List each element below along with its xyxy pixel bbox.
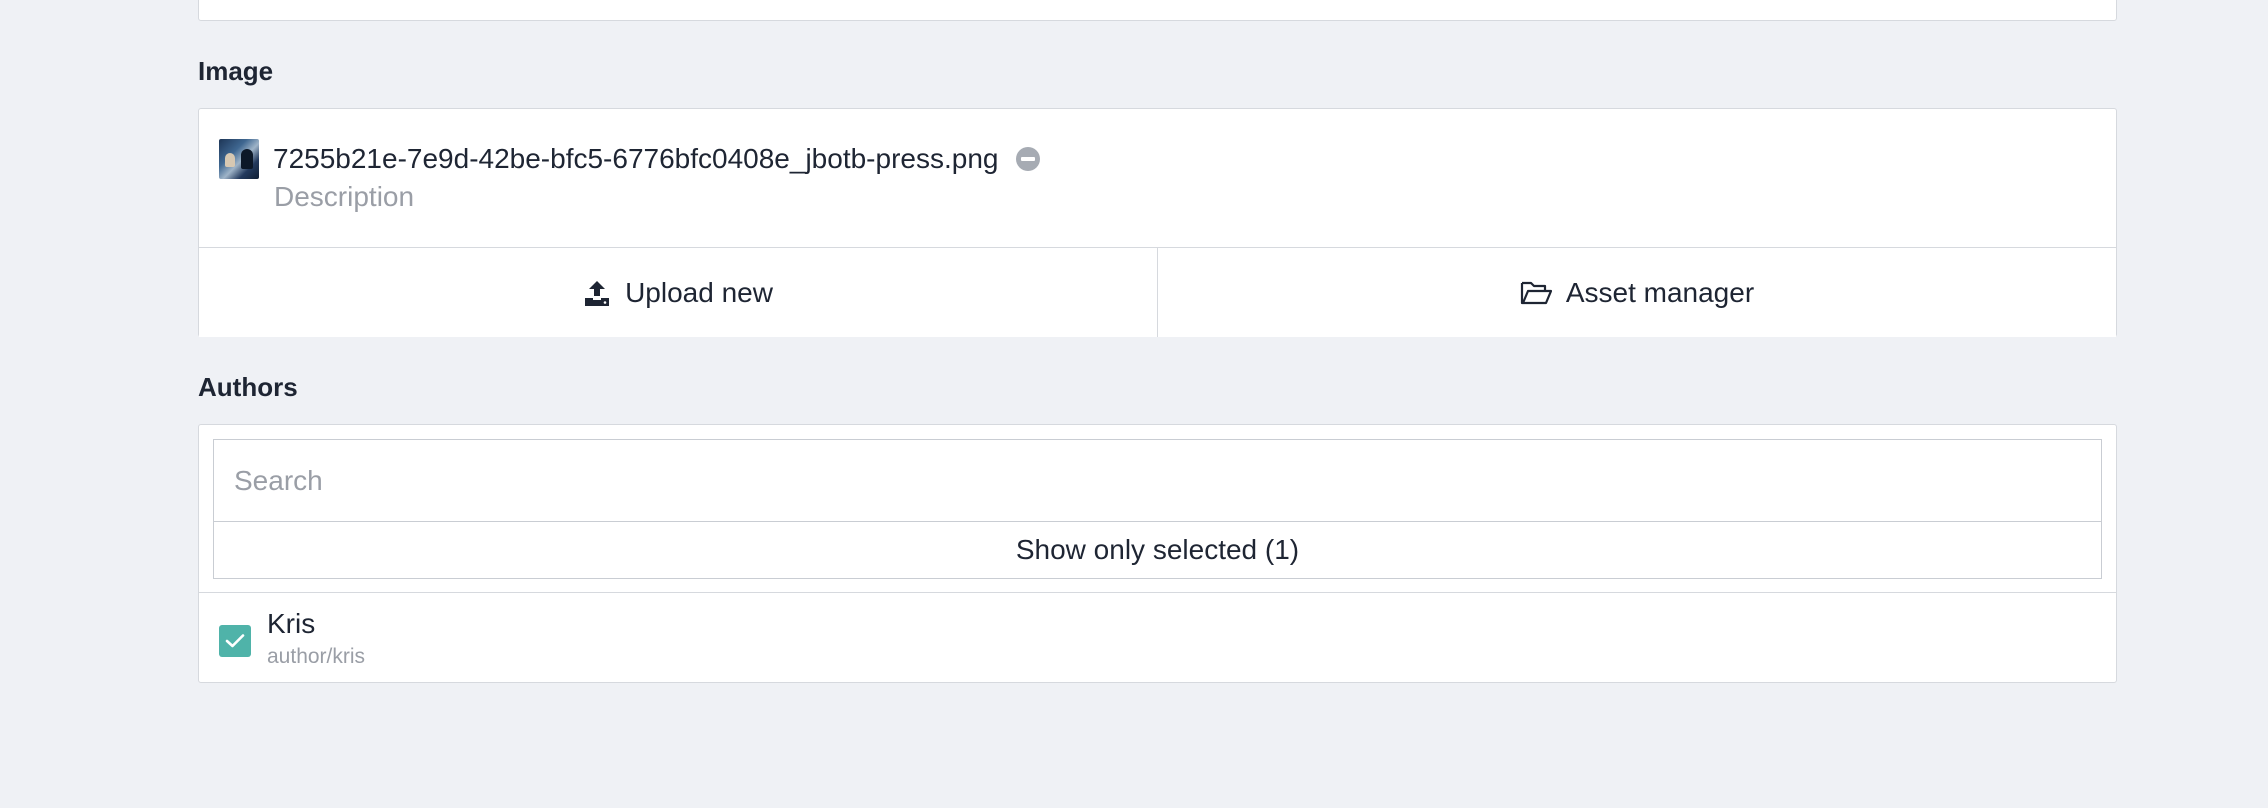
authors-search-input[interactable] [213, 439, 2102, 521]
check-icon [225, 634, 245, 648]
asset-manager-label: Asset manager [1565, 276, 1755, 308]
author-list-item[interactable]: Kris author/kris [219, 607, 365, 669]
folder-open-icon [1520, 280, 1552, 306]
author-text: Kris author/kris [267, 607, 365, 669]
image-filename: 7255b21e-7e9d-42be-bfc5-6776bfc0408e_jbo… [273, 143, 999, 174]
upload-icon [583, 279, 611, 307]
previous-field-panel [198, 0, 2117, 21]
authors-field-panel: Show only selected (1) Kris author/kris [198, 424, 2117, 683]
author-name: Kris [267, 608, 316, 639]
upload-new-button[interactable]: Upload new [199, 248, 1157, 337]
asset-manager-button[interactable]: Asset manager [1157, 248, 2116, 337]
upload-new-label: Upload new [625, 276, 773, 308]
author-slug: author/kris [267, 645, 366, 668]
image-thumbnail[interactable] [219, 139, 259, 179]
image-description-field[interactable]: Description [274, 181, 414, 213]
image-section-label: Image [198, 56, 274, 86]
image-field-panel: 7255b21e-7e9d-42be-bfc5-6776bfc0408e_jbo… [198, 108, 2117, 337]
divider [199, 592, 2116, 593]
image-actions: Upload new Asset manager [199, 247, 2116, 337]
authors-section-label: Authors [198, 372, 298, 402]
show-only-selected-button[interactable]: Show only selected (1) [213, 521, 2102, 579]
minus-circle-icon[interactable] [1016, 147, 1041, 171]
image-file-row: 7255b21e-7e9d-42be-bfc5-6776bfc0408e_jbo… [219, 139, 1041, 179]
author-checkbox[interactable] [219, 625, 251, 657]
